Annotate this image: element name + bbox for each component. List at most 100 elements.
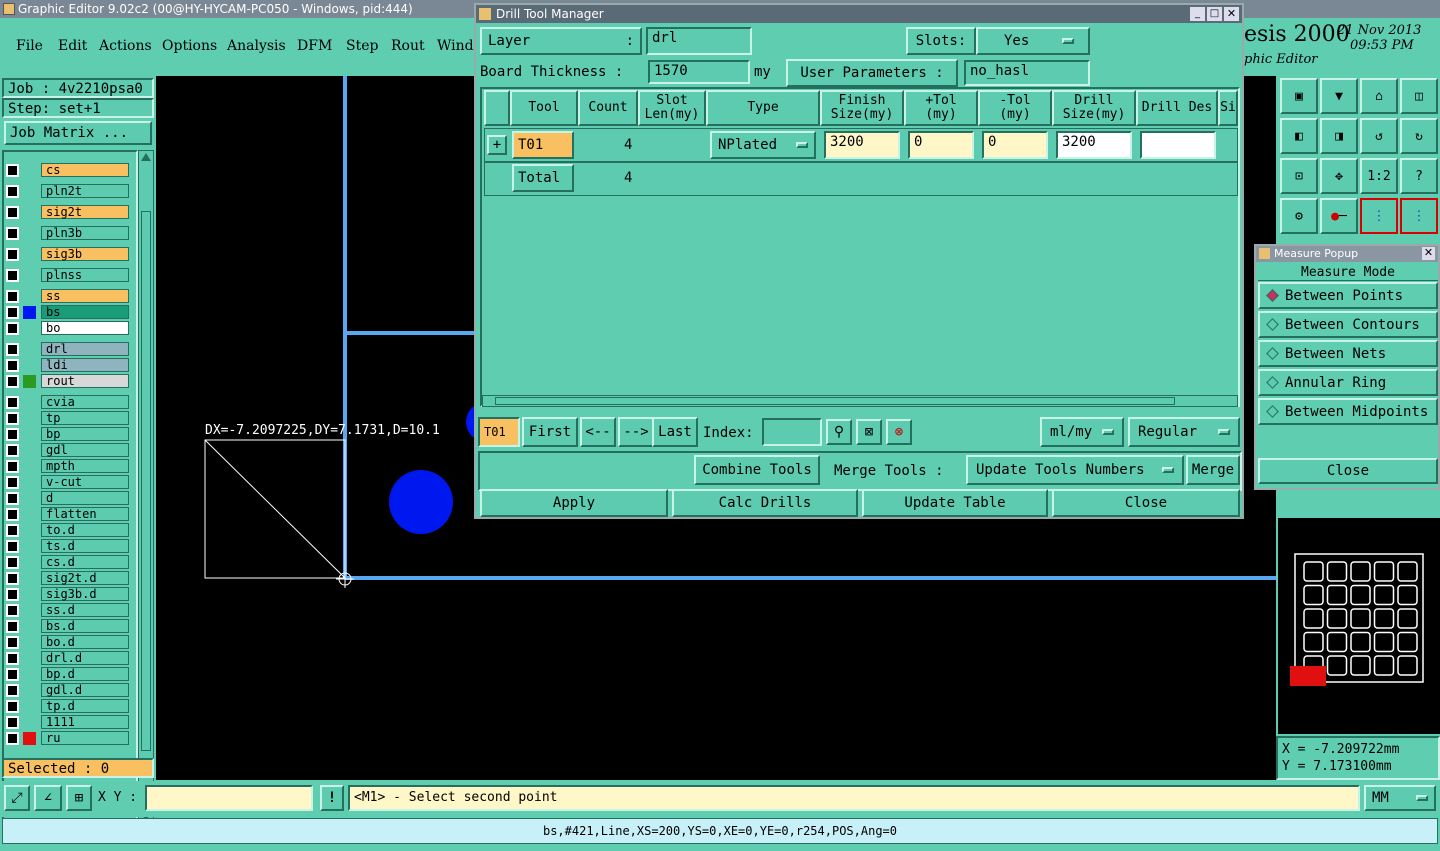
layer-name[interactable]: gdl bbox=[41, 443, 129, 457]
layer-row-flatten[interactable]: flatten bbox=[6, 506, 129, 522]
scroll-up-icon[interactable] bbox=[141, 153, 151, 161]
layer-name[interactable]: ss.d bbox=[41, 603, 129, 617]
user-parameters-button[interactable]: User Parameters : bbox=[786, 59, 958, 87]
snap-icon[interactable]: ⤢ bbox=[4, 785, 30, 811]
layer-checkbox[interactable] bbox=[6, 715, 19, 729]
layer-checkbox[interactable] bbox=[6, 571, 19, 585]
mode-annular-ring[interactable]: Annular Ring bbox=[1258, 369, 1438, 396]
layer-name[interactable]: sig3b bbox=[41, 247, 129, 261]
layer-row-v-cut[interactable]: v-cut bbox=[6, 474, 129, 490]
menu-options[interactable]: Options bbox=[162, 38, 217, 54]
layer-name[interactable]: sig2t.d bbox=[41, 571, 129, 585]
layer-name[interactable]: bo bbox=[41, 321, 129, 335]
layer-checkbox[interactable] bbox=[6, 374, 19, 388]
layer-row-drl.d[interactable]: drl.d bbox=[6, 650, 129, 666]
menu-rout[interactable]: Rout bbox=[391, 38, 425, 54]
close-icon[interactable]: ✕ bbox=[1224, 7, 1239, 21]
mode-between-points[interactable]: Between Points bbox=[1258, 282, 1438, 309]
tool-measure-icon[interactable]: ⚙ bbox=[1280, 198, 1318, 234]
layer-checkbox[interactable] bbox=[6, 247, 19, 261]
tool-scale-icon[interactable]: 1:2 bbox=[1360, 158, 1398, 194]
layer-name[interactable]: pln3b bbox=[41, 226, 129, 240]
layer-name[interactable]: bo.d bbox=[41, 635, 129, 649]
layer-checkbox[interactable] bbox=[6, 475, 19, 489]
layer-checkbox[interactable] bbox=[6, 411, 19, 425]
layer-row-mpth[interactable]: mpth bbox=[6, 458, 129, 474]
alert-icon[interactable]: ! bbox=[320, 785, 344, 811]
layer-row-sig2t[interactable]: sig2t bbox=[6, 204, 129, 220]
hscroll-thumb[interactable] bbox=[495, 397, 1175, 405]
layer-checkbox[interactable] bbox=[6, 289, 19, 303]
layer-checkbox[interactable] bbox=[6, 619, 19, 633]
angle-icon[interactable]: ∠ bbox=[34, 785, 62, 811]
layer-row-bp[interactable]: bp bbox=[6, 426, 129, 442]
layer-name[interactable]: flatten bbox=[41, 507, 129, 521]
mode-select[interactable]: Regular bbox=[1128, 417, 1240, 447]
layer-row-ldi[interactable]: ldi bbox=[6, 357, 129, 373]
grid-icon[interactable]: ⊞ bbox=[66, 785, 92, 811]
layer-name[interactable]: ldi bbox=[41, 358, 129, 372]
tool-snap-icon[interactable]: ● ─ bbox=[1320, 198, 1358, 234]
mini-map[interactable] bbox=[1278, 518, 1440, 734]
layer-name[interactable]: v-cut bbox=[41, 475, 129, 489]
tool-window-icon[interactable]: ◫ bbox=[1400, 78, 1438, 114]
layer-checkbox[interactable] bbox=[6, 305, 19, 319]
layer-name[interactable]: rout bbox=[41, 374, 129, 388]
xy-input[interactable] bbox=[145, 785, 313, 811]
layer-checkbox[interactable] bbox=[6, 683, 19, 697]
tool-undo-icon[interactable]: ↺ bbox=[1360, 118, 1398, 154]
row1-tool[interactable]: T01 bbox=[512, 131, 574, 159]
board-thickness-input[interactable]: 1570 bbox=[648, 60, 750, 84]
expand-row-icon[interactable]: + bbox=[487, 135, 507, 155]
layer-name[interactable]: ts.d bbox=[41, 539, 129, 553]
row1-finish-input[interactable]: 3200 bbox=[824, 131, 900, 159]
tool-net-icon[interactable]: ⋮ bbox=[1360, 198, 1398, 234]
layer-checkbox[interactable] bbox=[6, 507, 19, 521]
layer-row-gdl.d[interactable]: gdl.d bbox=[6, 682, 129, 698]
mode-between-nets[interactable]: Between Nets bbox=[1258, 340, 1438, 367]
layer-name[interactable]: bs.d bbox=[41, 619, 129, 633]
layer-checkbox[interactable] bbox=[6, 268, 19, 282]
layer-name[interactable]: cs bbox=[41, 163, 129, 177]
layer-row-bo.d[interactable]: bo.d bbox=[6, 634, 129, 650]
layer-checkbox[interactable] bbox=[6, 491, 19, 505]
row1-minus-tol-input[interactable]: 0 bbox=[982, 131, 1048, 159]
layer-name[interactable]: to.d bbox=[41, 523, 129, 537]
layer-checkbox[interactable] bbox=[6, 321, 19, 335]
layer-checkbox[interactable] bbox=[6, 587, 19, 601]
layer-name[interactable]: bs bbox=[41, 305, 129, 319]
layer-checkbox[interactable] bbox=[6, 358, 19, 372]
menu-analysis[interactable]: Analysis bbox=[227, 38, 286, 54]
measure-close-button[interactable]: Close bbox=[1258, 458, 1438, 484]
layer-row-tp.d[interactable]: tp.d bbox=[6, 698, 129, 714]
layer-row-cvia[interactable]: cvia bbox=[6, 394, 129, 410]
merge-button[interactable]: Merge bbox=[1186, 455, 1240, 485]
layer-row-pln3b[interactable]: pln3b bbox=[6, 225, 129, 241]
menu-actions[interactable]: Actions bbox=[99, 38, 152, 54]
tool-home-icon[interactable]: ⌂ bbox=[1360, 78, 1398, 114]
layer-name[interactable]: bp.d bbox=[41, 667, 129, 681]
close-button[interactable]: Close bbox=[1052, 489, 1240, 517]
prev-button[interactable]: <-- bbox=[580, 417, 616, 447]
unit-select[interactable]: ml/my bbox=[1040, 417, 1124, 447]
close-icon[interactable]: ✕ bbox=[1422, 247, 1435, 260]
layer-name[interactable]: plnss bbox=[41, 268, 129, 282]
table-hscroll[interactable] bbox=[482, 395, 1238, 407]
combine-tools-button[interactable]: Combine Tools bbox=[694, 455, 820, 485]
layer-checkbox[interactable] bbox=[6, 205, 19, 219]
layer-row-bo[interactable]: bo bbox=[6, 320, 129, 336]
layer-name[interactable]: pln2t bbox=[41, 184, 129, 198]
layer-row-1111[interactable]: 1111 bbox=[6, 714, 129, 730]
row2-tool[interactable]: Total bbox=[512, 164, 574, 192]
unit-select[interactable]: MM bbox=[1364, 785, 1436, 811]
maximize-icon[interactable]: □ bbox=[1207, 7, 1222, 21]
tool-pan-left-icon[interactable]: ◧ bbox=[1280, 118, 1318, 154]
layer-row-ts.d[interactable]: ts.d bbox=[6, 538, 129, 554]
layer-checkbox[interactable] bbox=[6, 539, 19, 553]
layer-scrollbar[interactable] bbox=[138, 150, 154, 826]
layer-checkbox[interactable] bbox=[6, 226, 19, 240]
apply-button[interactable]: Apply bbox=[480, 489, 668, 517]
layer-row-sig2t.d[interactable]: sig2t.d bbox=[6, 570, 129, 586]
row1-drill-size-input[interactable]: 3200 bbox=[1056, 131, 1132, 159]
layer-name[interactable]: cvia bbox=[41, 395, 129, 409]
